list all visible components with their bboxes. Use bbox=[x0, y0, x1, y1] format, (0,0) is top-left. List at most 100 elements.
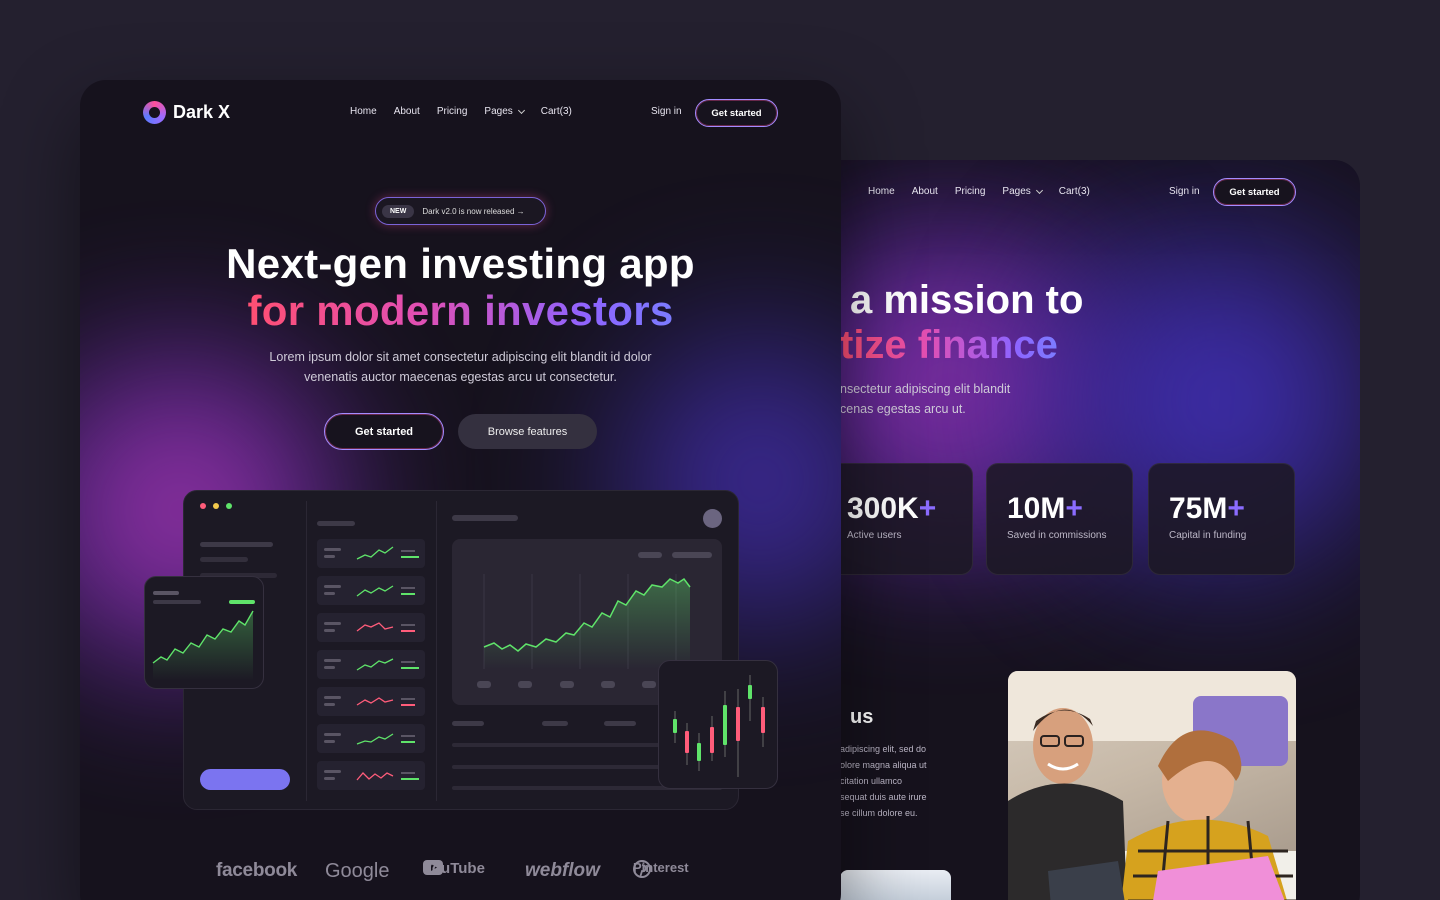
watchlist-row[interactable] bbox=[317, 576, 425, 605]
about-text-line: citation ullamco bbox=[840, 776, 903, 786]
mini-area-chart bbox=[152, 591, 255, 681]
partner-logo-pinterest: Pinterest bbox=[633, 860, 689, 878]
floating-mini-chart-card bbox=[144, 576, 264, 689]
watchlist-row[interactable] bbox=[317, 650, 425, 679]
dashboard-divider bbox=[436, 501, 437, 801]
hero-headline-line-1: Next-gen investing app bbox=[226, 240, 695, 287]
stat-number: 75M bbox=[1169, 492, 1228, 525]
stat-plus: + bbox=[1065, 492, 1083, 525]
sidebar-placeholder bbox=[200, 542, 273, 547]
chart-title-placeholder bbox=[452, 515, 518, 521]
chevron-down-icon bbox=[1035, 186, 1043, 194]
team-photo bbox=[1008, 671, 1296, 900]
release-text: Dark v2.0 is now released → bbox=[422, 206, 525, 216]
showcase-stage: Home About Pricing Pages Cart(3) Sign in… bbox=[0, 0, 1440, 900]
sidebar-cta-placeholder bbox=[200, 769, 290, 790]
about-nav-pages[interactable]: Pages bbox=[1002, 186, 1043, 197]
nav-home[interactable]: Home bbox=[350, 106, 377, 117]
sparkline-down bbox=[324, 770, 419, 781]
about-section-heading: us bbox=[850, 706, 874, 728]
dashboard-divider bbox=[306, 501, 307, 801]
partner-name: Pinterest bbox=[633, 860, 689, 875]
stat-number: 300K bbox=[847, 492, 919, 525]
partner-logo-facebook: facebook bbox=[216, 860, 298, 881]
hero-subtitle: Lorem ipsum dolor sit amet consectetur a… bbox=[230, 347, 691, 387]
sparkline-down bbox=[324, 696, 415, 706]
sidebar-placeholder bbox=[200, 557, 248, 562]
about-text-line: adipiscing elit, sed do bbox=[840, 744, 927, 754]
hero-subtitle-line: Lorem ipsum dolor sit amet consectetur a… bbox=[269, 350, 652, 364]
nav-get-started-button[interactable]: Get started bbox=[695, 99, 778, 127]
about-nav-pages-label: Pages bbox=[1002, 186, 1031, 197]
about-text-line: sequat duis aute irure bbox=[840, 792, 927, 802]
window-dot-yellow bbox=[213, 503, 219, 509]
dashboard-mockup bbox=[183, 490, 739, 810]
about-nav-about[interactable]: About bbox=[912, 186, 938, 197]
about-thumbnail bbox=[840, 870, 951, 900]
brand-name: Dark X bbox=[173, 102, 231, 122]
stat-label: Capital in funding bbox=[1169, 530, 1247, 541]
stat-card-commissions: 10M+ Saved in commissions bbox=[986, 463, 1133, 575]
nav-cart[interactable]: Cart(3) bbox=[541, 106, 572, 117]
nav-about[interactable]: About bbox=[394, 106, 420, 117]
about-nav-cart[interactable]: Cart(3) bbox=[1059, 186, 1090, 197]
watchlist-row[interactable] bbox=[317, 687, 425, 716]
main-nav: Home About Pricing Pages Cart(3) bbox=[350, 106, 589, 117]
watchlist-row[interactable] bbox=[317, 761, 425, 790]
stat-card-funding: 75M+ Capital in funding bbox=[1148, 463, 1295, 575]
nav-pages-label: Pages bbox=[484, 106, 513, 117]
avatar[interactable] bbox=[703, 509, 722, 528]
window-dot-green bbox=[226, 503, 232, 509]
brand-logo[interactable]: Dark X bbox=[143, 101, 230, 124]
floating-candlestick-card bbox=[658, 660, 778, 789]
about-get-started-button[interactable]: Get started bbox=[1213, 178, 1296, 206]
table-header-placeholder bbox=[542, 721, 568, 726]
nav-pages[interactable]: Pages bbox=[484, 106, 525, 117]
watchlist-row[interactable] bbox=[317, 724, 425, 753]
stat-label: Saved in commissions bbox=[1007, 530, 1107, 541]
stat-plus: + bbox=[1227, 492, 1245, 525]
partner-logo-google: Google bbox=[325, 860, 390, 882]
stat-label: Active users bbox=[847, 530, 902, 541]
team-photo-illustration bbox=[1008, 671, 1296, 900]
sparkline-up bbox=[324, 658, 419, 671]
stat-value: 75M+ bbox=[1169, 492, 1245, 526]
hero-headline-gradient: for modern investors bbox=[247, 287, 674, 334]
table-header-placeholder bbox=[452, 721, 484, 726]
about-headline-2: tize finance bbox=[840, 323, 1058, 367]
logo-mark-icon bbox=[143, 101, 166, 124]
about-page-panel: Home About Pricing Pages Cart(3) Sign in… bbox=[760, 160, 1360, 900]
stat-card-active-users: 300K+ Active users bbox=[826, 463, 973, 575]
window-dot-red bbox=[200, 503, 206, 509]
about-nav-home[interactable]: Home bbox=[868, 186, 895, 197]
watchlist-row[interactable] bbox=[317, 613, 425, 642]
candlestick-chart bbox=[673, 675, 765, 777]
nav-pricing[interactable]: Pricing bbox=[437, 106, 468, 117]
chevron-down-icon bbox=[517, 106, 525, 114]
sign-in-link[interactable]: Sign in bbox=[651, 106, 682, 117]
new-tag: NEW bbox=[382, 204, 415, 218]
home-page-panel: Dark X Home About Pricing Pages Cart(3) … bbox=[80, 80, 841, 900]
sparkline-up bbox=[324, 546, 419, 560]
release-badge[interactable]: NEW Dark v2.0 is now released → bbox=[375, 197, 546, 225]
hero-subtitle-line: venenatis auctor maecenas egestas arcu u… bbox=[304, 370, 617, 384]
partner-logo-youtube: YouTube bbox=[423, 860, 485, 877]
about-subtitle-1: nsectetur adipiscing elit blandit bbox=[840, 382, 1011, 396]
about-subtitle-2: cenas egestas arcu ut. bbox=[840, 402, 966, 416]
watchlist-row[interactable] bbox=[317, 539, 425, 568]
hero-headline-line-2: for modern investors bbox=[80, 287, 841, 335]
about-text-line: se cillum dolore eu. bbox=[840, 808, 918, 818]
stat-value: 10M+ bbox=[1007, 492, 1083, 526]
about-headline-1: a mission to bbox=[850, 278, 1084, 322]
about-nav-pricing[interactable]: Pricing bbox=[955, 186, 986, 197]
stat-value: 300K+ bbox=[847, 492, 936, 526]
hero-get-started-button[interactable]: Get started bbox=[324, 413, 444, 450]
browse-features-button[interactable]: Browse features bbox=[458, 414, 597, 449]
partner-name: YouTube bbox=[423, 860, 485, 877]
sparkline-up bbox=[324, 733, 415, 745]
partner-logo-webflow: webflow bbox=[525, 860, 600, 881]
about-sign-in-link[interactable]: Sign in bbox=[1169, 186, 1200, 197]
sparkline-down bbox=[324, 622, 415, 632]
about-text-line: olore magna aliqua ut bbox=[840, 760, 927, 770]
about-nav: Home About Pricing Pages Cart(3) bbox=[868, 186, 1107, 197]
